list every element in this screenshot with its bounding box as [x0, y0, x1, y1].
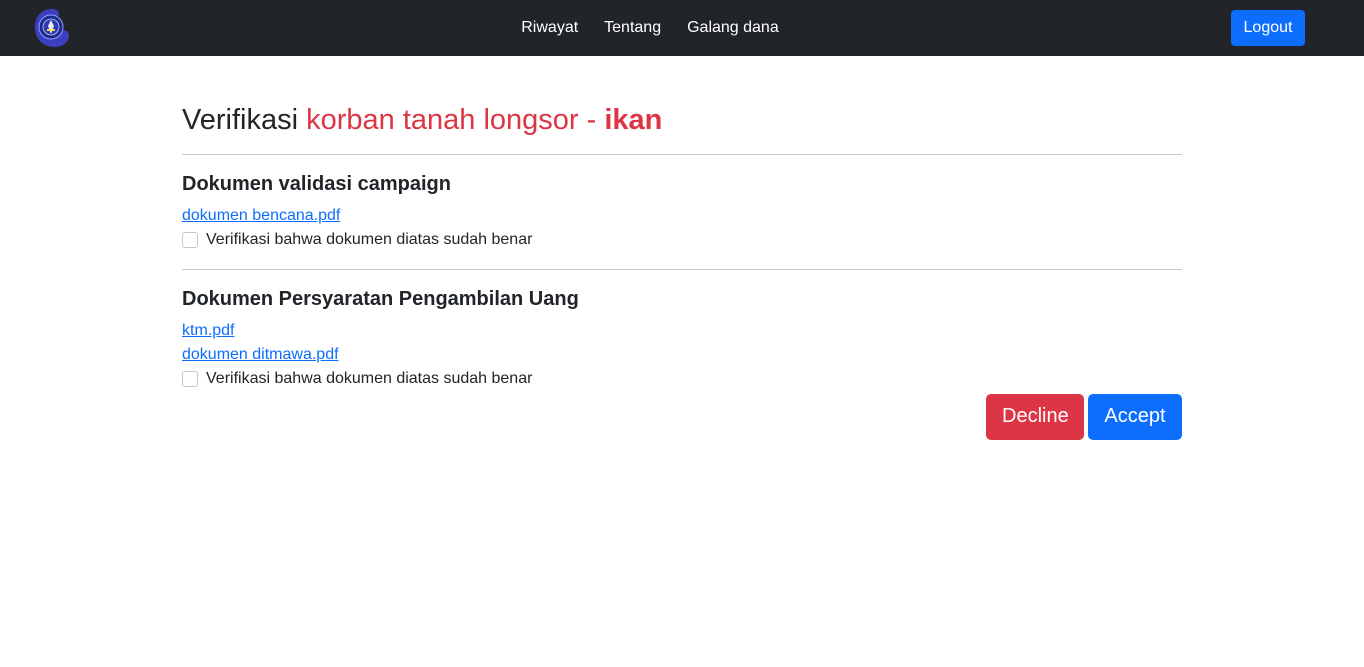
- logout-button[interactable]: Logout: [1231, 10, 1305, 46]
- verify-checkbox[interactable]: [182, 370, 198, 387]
- document-link-bencana[interactable]: dokumen bencana.pdf: [182, 204, 1182, 228]
- decline-button[interactable]: Decline: [986, 393, 1084, 440]
- section-title: Dokumen validasi campaign: [182, 172, 451, 195]
- navbar: Riwayat Tentang Galang dana Logout: [0, 0, 1364, 56]
- nav-links: Riwayat Tentang Galang dana: [0, 0, 1364, 56]
- verify-checkbox[interactable]: [182, 231, 198, 248]
- section-validasi-campaign: Dokumen validasi campaign dokumen bencan…: [182, 172, 1182, 252]
- action-buttons: Decline Accept: [182, 393, 1182, 440]
- document-link-ktm[interactable]: ktm.pdf: [182, 319, 1182, 343]
- nav-link-riwayat[interactable]: Riwayat: [508, 11, 591, 45]
- verify-checkbox-label: Verifikasi bahwa dokumen diatas sudah be…: [206, 369, 533, 387]
- accept-button[interactable]: Accept: [1088, 393, 1182, 440]
- divider: [182, 153, 1182, 155]
- page-title: Verifikasi korban tanah longsor - ikan: [182, 103, 1182, 138]
- nav-link-galang-dana[interactable]: Galang dana: [674, 11, 792, 45]
- nav-link-tentang[interactable]: Tentang: [591, 11, 674, 45]
- title-campaign: korban tanah longsor -: [306, 104, 597, 136]
- divider: [182, 268, 1182, 270]
- verify-checkbox-row[interactable]: Verifikasi bahwa dokumen diatas sudah be…: [182, 228, 1182, 252]
- university-seal-icon[interactable]: [33, 7, 71, 49]
- document-link-ditmawa[interactable]: dokumen ditmawa.pdf: [182, 343, 1182, 367]
- verify-checkbox-row[interactable]: Verifikasi bahwa dokumen diatas sudah be…: [182, 367, 1182, 391]
- title-prefix: Verifikasi: [182, 104, 299, 136]
- verify-checkbox-label: Verifikasi bahwa dokumen diatas sudah be…: [206, 230, 533, 248]
- section-persyaratan-pengambilan: Dokumen Persyaratan Pengambilan Uang ktm…: [182, 287, 1182, 391]
- title-user: ikan: [604, 104, 663, 136]
- section-title: Dokumen Persyaratan Pengambilan Uang: [182, 287, 579, 310]
- main-content: Verifikasi korban tanah longsor - ikan D…: [182, 56, 1182, 440]
